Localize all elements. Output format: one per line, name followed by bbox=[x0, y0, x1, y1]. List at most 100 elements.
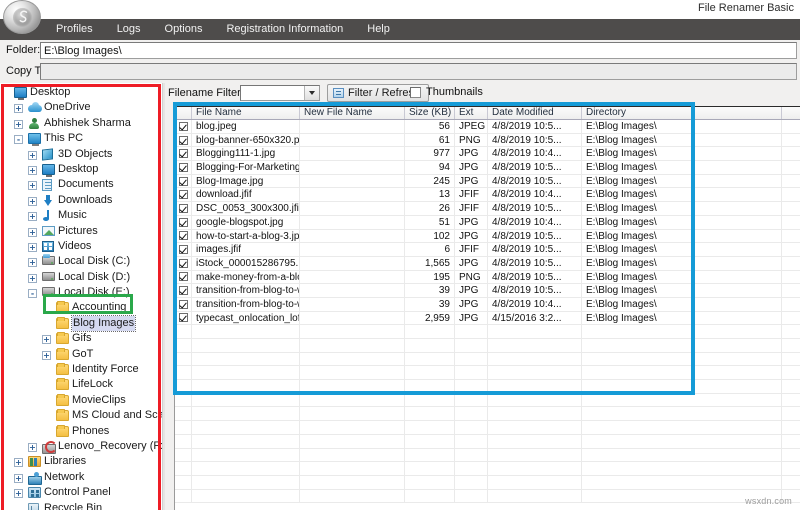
column-header-ext[interactable]: Ext bbox=[455, 107, 488, 119]
expand-icon[interactable]: + bbox=[42, 335, 51, 345]
menu-item-help[interactable]: Help bbox=[355, 19, 402, 40]
file-list-row[interactable]: download.jfif 13 JFIF 4/8/2019 10:4... E:\Bl… bbox=[175, 188, 800, 203]
tree-item-libraries[interactable]: + Libraries bbox=[0, 454, 162, 469]
row-checkbox[interactable] bbox=[175, 161, 192, 174]
column-header-checkbox[interactable] bbox=[175, 107, 192, 119]
tree-item-local-disk-d[interactable]: + Local Disk (D:) bbox=[0, 270, 162, 285]
tree-item-downloads[interactable]: + Downloads bbox=[0, 193, 162, 208]
copy-to-input[interactable] bbox=[40, 63, 797, 80]
tree-item-this-pc[interactable]: - This PC bbox=[0, 131, 162, 147]
row-checkbox[interactable] bbox=[175, 133, 192, 147]
thumbnails-checkbox[interactable]: Thumbnails bbox=[410, 86, 483, 98]
collapse-icon[interactable]: - bbox=[14, 135, 23, 145]
tree-item-ms-cloud-and-scarlett[interactable]: MS Cloud and Scarlett bbox=[0, 408, 162, 423]
file-list-row[interactable]: Blogging111-1.jpg 977 JPG 4/8/2019 10:4... E… bbox=[175, 147, 800, 162]
tree-item-pictures[interactable]: + Pictures bbox=[0, 224, 162, 239]
file-list-row[interactable]: transition-from-blog-to-w... 39JPG4/8/201… bbox=[175, 297, 800, 312]
chevron-down-icon[interactable] bbox=[304, 86, 319, 100]
file-list-row[interactable]: blog.jpeg 56 JPEG 4/8/2019 10:5... E:\Blog I… bbox=[175, 120, 800, 134]
file-list-row[interactable]: typecast_onlocation_lof... 2,959 JPG 4/15/2… bbox=[175, 311, 800, 326]
tree-item-blog-images[interactable]: Blog Images bbox=[0, 314, 162, 333]
filename-filter-input[interactable] bbox=[240, 85, 320, 101]
tree-item-desktop[interactable]: + Desktop bbox=[0, 162, 162, 177]
row-checkbox[interactable] bbox=[175, 256, 192, 270]
expand-icon[interactable]: + bbox=[28, 442, 37, 452]
row-checkbox[interactable] bbox=[175, 229, 192, 243]
checkmark-icon[interactable] bbox=[178, 286, 188, 296]
expand-icon[interactable]: + bbox=[28, 273, 37, 283]
expand-icon[interactable]: + bbox=[14, 104, 23, 114]
column-header-directory[interactable]: Directory bbox=[582, 107, 782, 119]
checkmark-icon[interactable] bbox=[178, 176, 188, 186]
tree-item-local-disk-e[interactable]: - Local Disk (E:) bbox=[0, 285, 162, 300]
expand-icon[interactable]: + bbox=[14, 489, 23, 499]
expand-icon[interactable]: + bbox=[14, 458, 23, 468]
row-checkbox[interactable] bbox=[175, 202, 192, 215]
expand-icon[interactable]: + bbox=[28, 150, 37, 160]
checkmark-icon[interactable] bbox=[178, 217, 188, 227]
checkmark-icon[interactable] bbox=[178, 313, 188, 323]
expand-icon[interactable]: + bbox=[28, 165, 37, 175]
tree-item-movieclips[interactable]: MovieClips bbox=[0, 393, 162, 408]
row-checkbox[interactable] bbox=[175, 243, 192, 256]
checkmark-icon[interactable] bbox=[178, 149, 188, 159]
checkmark-icon[interactable] bbox=[178, 135, 188, 145]
file-list-row[interactable]: transition-from-blog-to-w... 39JPG4/8/201… bbox=[175, 284, 800, 298]
checkmark-icon[interactable] bbox=[178, 190, 188, 200]
collapse-icon[interactable]: - bbox=[28, 289, 37, 299]
checkmark-icon[interactable] bbox=[178, 258, 188, 268]
column-header-date-modified[interactable]: Date Modified bbox=[488, 107, 582, 119]
expand-icon[interactable]: + bbox=[28, 212, 37, 222]
file-list-row[interactable]: images.jfif 6 JFIF 4/8/2019 10:5... E:\Blog … bbox=[175, 243, 800, 257]
checkmark-icon[interactable] bbox=[178, 231, 188, 241]
file-list-row[interactable]: DSC_0053_300x300.jfif 26 JFIF 4/8/2019 10:5… bbox=[175, 202, 800, 216]
tree-item-videos[interactable]: + Videos bbox=[0, 239, 162, 254]
expand-icon[interactable]: + bbox=[28, 227, 37, 237]
tree-item-network[interactable]: + Network bbox=[0, 470, 162, 485]
menu-item-options[interactable]: Options bbox=[153, 19, 215, 40]
menu-item-profiles[interactable]: Profiles bbox=[44, 19, 105, 40]
file-list-row[interactable]: google-blogspot.jpg 51 JPG 4/8/2019 10:4...… bbox=[175, 215, 800, 230]
tree-item-control-panel[interactable]: + Control Panel bbox=[0, 485, 162, 500]
tree-item-got[interactable]: + GoT bbox=[0, 347, 162, 362]
checkmark-icon[interactable] bbox=[178, 203, 188, 213]
row-checkbox[interactable] bbox=[175, 215, 192, 229]
tree-item-onedrive[interactable]: + OneDrive bbox=[0, 100, 162, 115]
menu-item-registration-information[interactable]: Registration Information bbox=[214, 19, 355, 40]
row-checkbox[interactable] bbox=[175, 297, 192, 311]
file-list-row[interactable]: Blogging-For-Marketing-... 94JPG4/8/2019 … bbox=[175, 161, 800, 175]
expand-icon[interactable]: + bbox=[14, 119, 23, 129]
column-header-new-file-name[interactable]: New File Name bbox=[300, 107, 405, 119]
file-list-row[interactable]: iStock_000015286795... 1,565 JPG 4/8/2019 1… bbox=[175, 256, 800, 271]
column-header-file-name[interactable]: File Name bbox=[192, 107, 300, 119]
checkmark-icon[interactable] bbox=[178, 121, 188, 131]
file-list-row[interactable]: blog-banner-650x320.png 61 PNG 4/8/2019 10:… bbox=[175, 133, 800, 148]
folder-tree-panel[interactable]: Desktop + OneDrive + Abhishek Sharma - This PC… bbox=[0, 83, 162, 510]
tree-item-music[interactable]: + Music bbox=[0, 208, 162, 223]
file-list-row[interactable]: how-to-start-a-blog-3.jpg 102 JPG 4/8/2019 … bbox=[175, 229, 800, 244]
tree-item-identity-force[interactable]: Identity Force bbox=[0, 362, 162, 377]
expand-icon[interactable]: + bbox=[28, 196, 37, 206]
tree-item-accounting[interactable]: Accounting bbox=[0, 300, 162, 315]
tree-item-abhishek-sharma[interactable]: + Abhishek Sharma bbox=[0, 116, 162, 131]
checkmark-icon[interactable] bbox=[178, 245, 188, 255]
file-list-row[interactable]: Blog-Image.jpg 245 JPG 4/8/2019 10:5... E:\B… bbox=[175, 174, 800, 189]
checkmark-icon[interactable] bbox=[178, 162, 188, 172]
panel-splitter[interactable] bbox=[162, 83, 165, 510]
checkmark-icon[interactable] bbox=[178, 299, 188, 309]
checkmark-icon[interactable] bbox=[178, 272, 188, 282]
column-header-size-kb[interactable]: Size (KB) bbox=[405, 107, 455, 119]
row-checkbox[interactable] bbox=[175, 270, 192, 284]
expand-icon[interactable]: + bbox=[14, 473, 23, 483]
tree-item-lifelock[interactable]: LifeLock bbox=[0, 377, 162, 392]
thumbnails-checkbox-box[interactable] bbox=[410, 86, 421, 98]
expand-icon[interactable]: + bbox=[42, 350, 51, 360]
row-checkbox[interactable] bbox=[175, 120, 192, 133]
row-checkbox[interactable] bbox=[175, 311, 192, 325]
expand-icon[interactable]: + bbox=[28, 242, 37, 252]
file-list-row[interactable]: make-money-from-a-blo... 195 PNG 4/8/2019 1… bbox=[175, 270, 800, 285]
row-checkbox[interactable] bbox=[175, 284, 192, 297]
tree-item-desktop[interactable]: Desktop bbox=[0, 85, 162, 100]
row-checkbox[interactable] bbox=[175, 188, 192, 202]
menu-item-logs[interactable]: Logs bbox=[105, 19, 153, 40]
